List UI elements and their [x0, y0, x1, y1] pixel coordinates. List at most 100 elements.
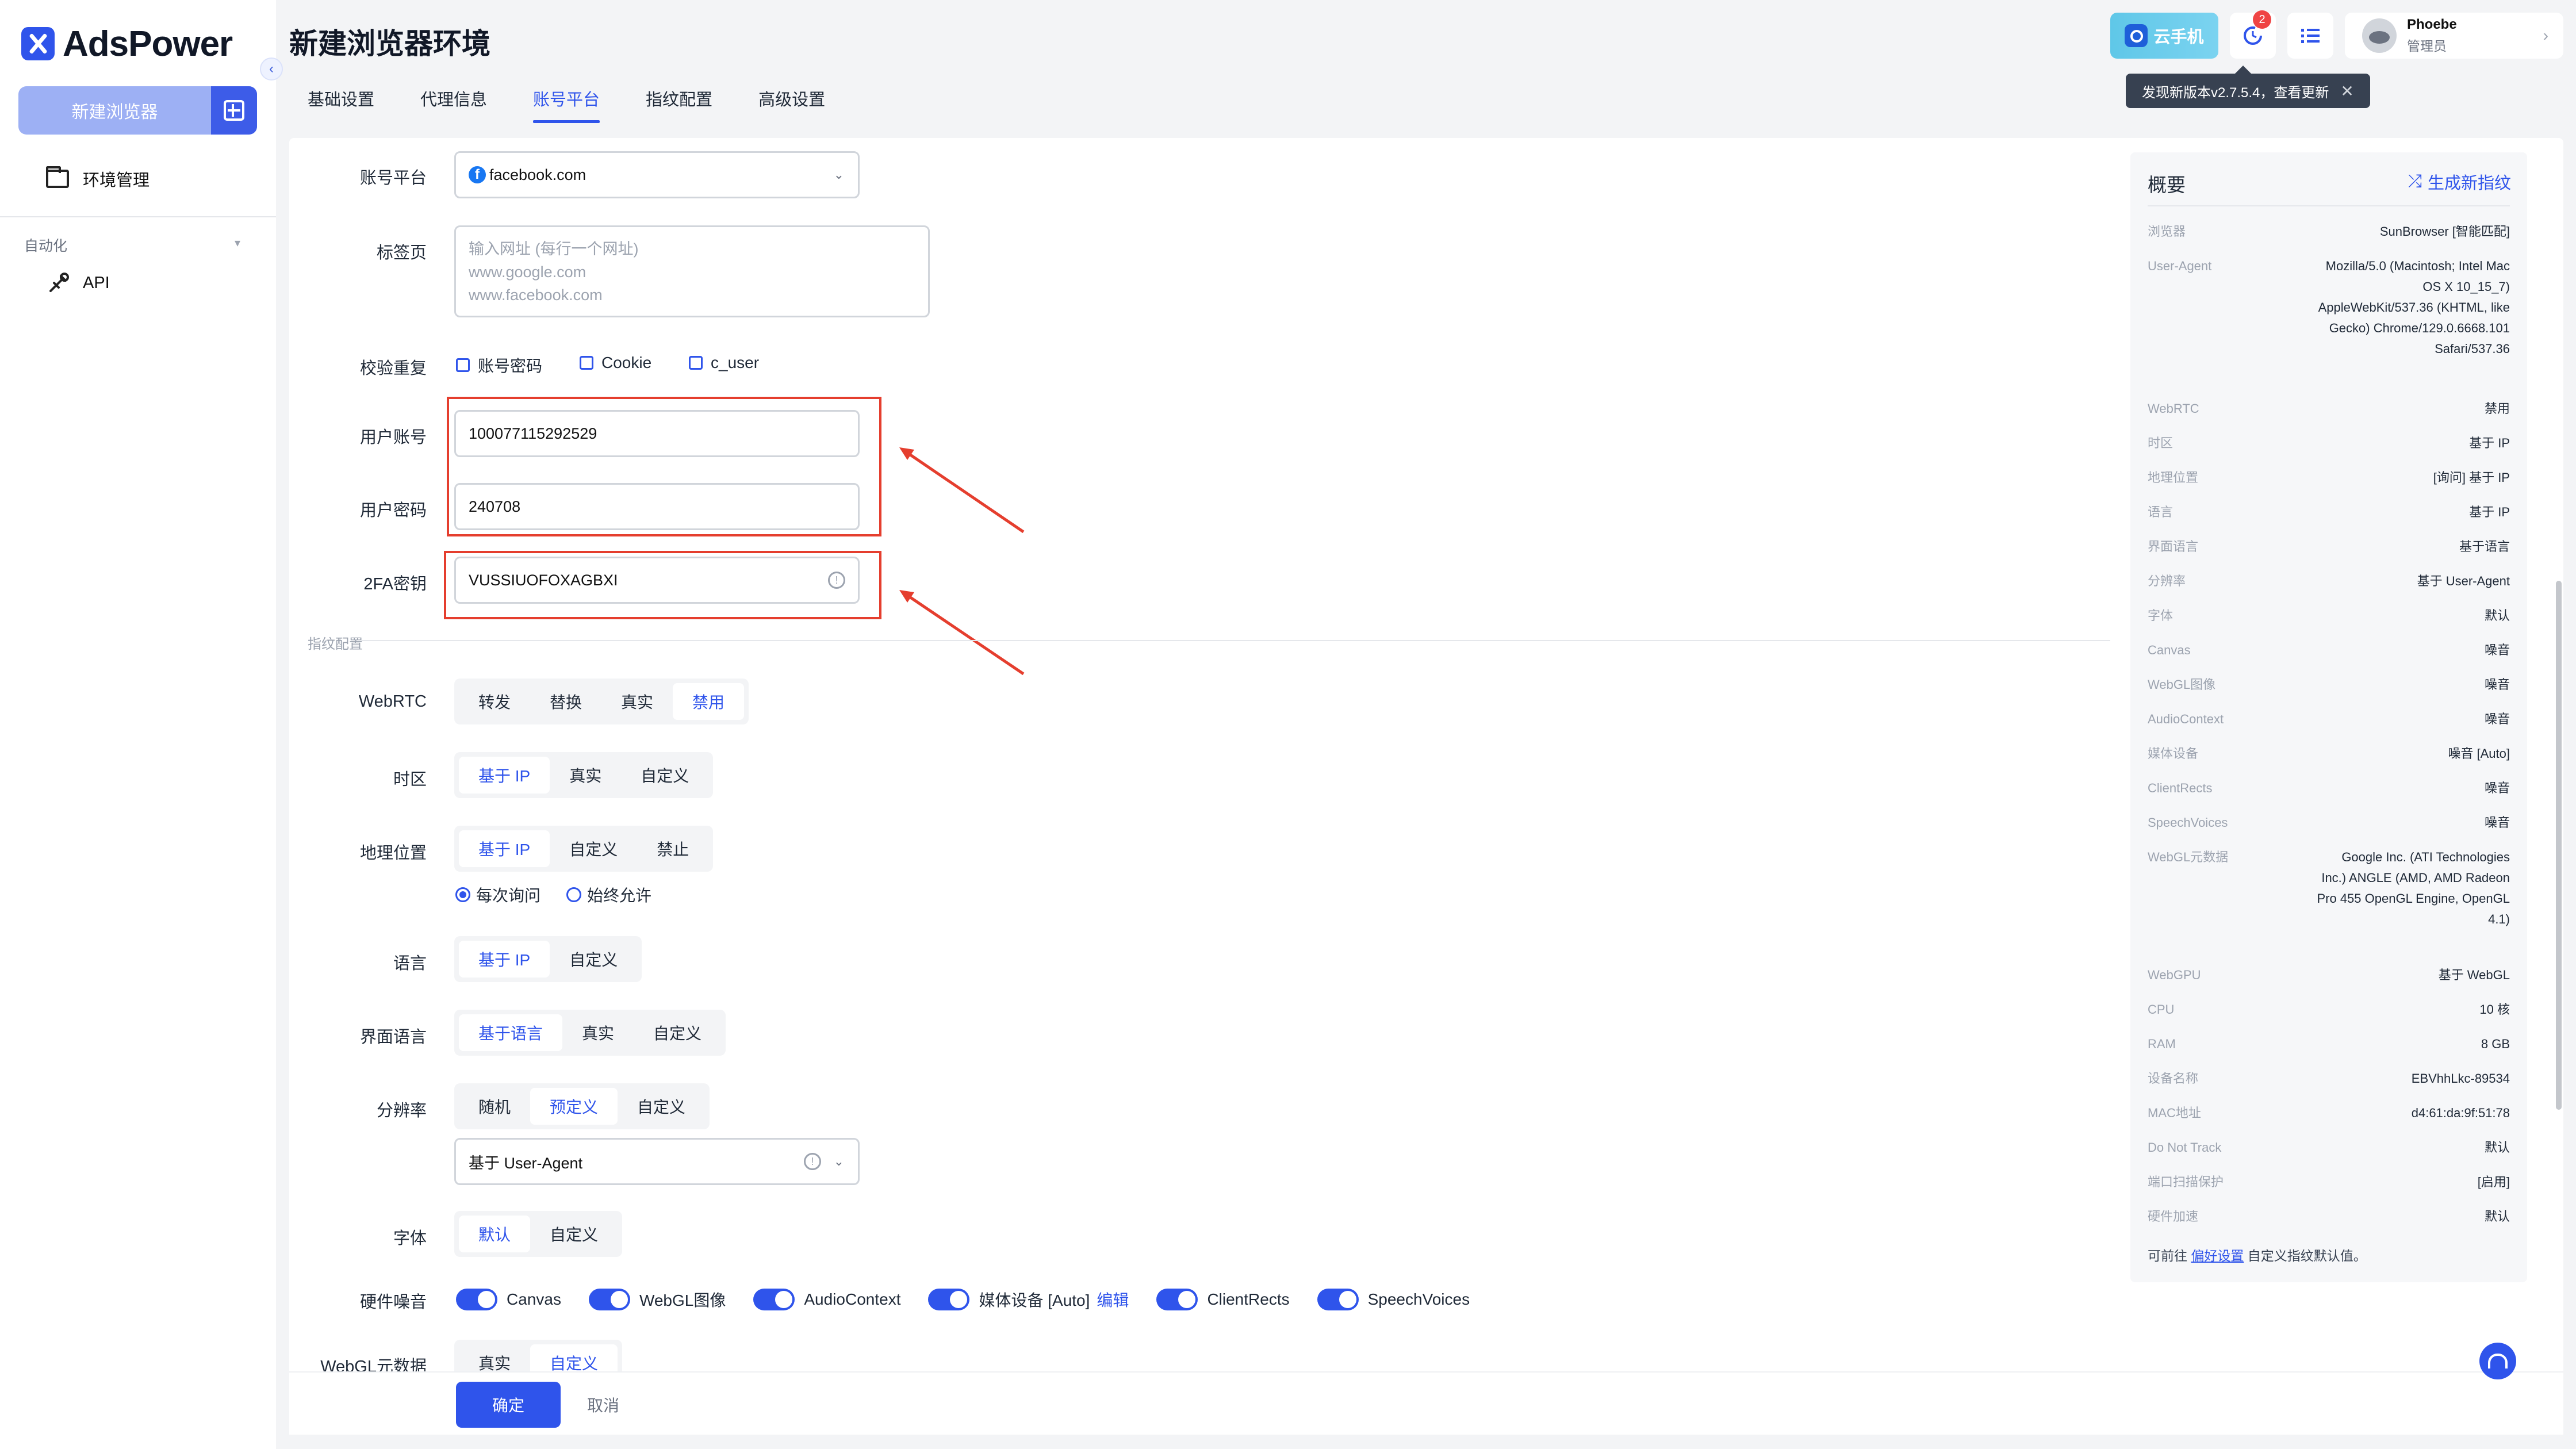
geo-opt-block[interactable]: 禁止: [637, 830, 708, 867]
password-label: 用户密码: [359, 501, 427, 520]
platform-select[interactable]: f facebook.com ⌄: [454, 151, 860, 198]
geo-opt-ip[interactable]: 基于 IP: [459, 830, 550, 867]
tab-basic[interactable]: 基础设置: [308, 86, 374, 121]
page-title: 新建浏览器环境: [289, 28, 490, 60]
summary-row: Canvas 噪音: [2148, 640, 2510, 661]
language-opt-ip[interactable]: 基于 IP: [459, 941, 550, 977]
preferences-link[interactable]: 偏好设置: [2191, 1248, 2244, 1263]
toggle-webgl-image[interactable]: WebGL图像: [588, 1288, 726, 1311]
close-icon[interactable]: ✕: [2340, 82, 2353, 101]
toggle-audiocontext[interactable]: AudioContext: [753, 1289, 900, 1310]
tab-advanced[interactable]: 高级设置: [758, 86, 825, 121]
avatar: [2362, 18, 2397, 53]
tab-proxy[interactable]: 代理信息: [420, 86, 487, 121]
ui-language-opt-custom[interactable]: 自定义: [634, 1014, 721, 1051]
automation-group-label[interactable]: 自动化: [24, 235, 67, 255]
confirm-button[interactable]: 确定: [456, 1382, 561, 1428]
cancel-button[interactable]: 取消: [587, 1382, 619, 1428]
toggle-switch[interactable]: [456, 1289, 497, 1310]
customer-support-button[interactable]: [2479, 1343, 2516, 1379]
summary-value: 基于语言: [2459, 539, 2510, 554]
toggle-label: 媒体设备 [Auto]: [979, 1291, 1090, 1309]
toggle-switch[interactable]: [588, 1289, 630, 1310]
radio-button[interactable]: [455, 887, 470, 902]
textarea-placeholder: www.google.com: [469, 263, 586, 281]
ui-language-segmented: 基于语言 真实 自定义: [454, 1010, 726, 1056]
checkbox[interactable]: [456, 358, 470, 372]
ui-language-opt-lang[interactable]: 基于语言: [459, 1014, 563, 1051]
ui-language-opt-real[interactable]: 真实: [562, 1014, 634, 1051]
generate-fingerprint-button[interactable]: ⤮ 生成新指纹: [2408, 170, 2511, 194]
font-opt-default[interactable]: 默认: [459, 1216, 531, 1252]
update-button[interactable]: 2: [2230, 10, 2276, 59]
quick-create-button[interactable]: [211, 86, 257, 135]
resolution-value: 基于 User-Agent: [469, 1154, 583, 1172]
tab-urls-textarea[interactable]: 输入网址 (每行一个网址) www.google.com www.faceboo…: [454, 225, 930, 317]
checkbox[interactable]: [689, 356, 703, 370]
font-opt-custom[interactable]: 自定义: [530, 1216, 618, 1252]
new-browser-button[interactable]: 新建浏览器: [18, 86, 257, 135]
summary-key: SpeechVoices: [2148, 815, 2228, 830]
tab-account-platform[interactable]: 账号平台: [533, 86, 600, 123]
dedupe-checkbox-cuser[interactable]: c_user: [689, 354, 759, 372]
sidebar-item-label: 环境管理: [83, 171, 150, 190]
summary-value: 噪音: [2484, 712, 2510, 726]
radio-button[interactable]: [566, 887, 581, 902]
resolution-opt-custom[interactable]: 自定义: [618, 1088, 705, 1125]
resolution-select[interactable]: 基于 User-Agent ! ⌄: [454, 1138, 860, 1185]
summary-value: Mozilla/5.0 (Macintosh; Intel Mac OS X 1…: [2318, 259, 2510, 356]
tab-fingerprint[interactable]: 指纹配置: [646, 86, 712, 121]
chevron-down-icon[interactable]: ▾: [235, 236, 240, 250]
toggle-clientrects[interactable]: ClientRects: [1156, 1289, 1290, 1310]
resolution-opt-random[interactable]: 随机: [459, 1088, 530, 1125]
toggle-switch[interactable]: [1156, 1289, 1198, 1310]
summary-key: CPU: [2148, 1002, 2175, 1017]
add-icon: [224, 100, 244, 121]
geo-radio-allow[interactable]: 始终允许: [566, 883, 651, 906]
scrollbar[interactable]: [2556, 581, 2562, 1110]
media-devices-edit-link[interactable]: 编辑: [1097, 1288, 1129, 1311]
summary-row: SpeechVoices 噪音: [2148, 812, 2510, 833]
toggle-switch[interactable]: [928, 1289, 970, 1310]
collapse-sidebar-button[interactable]: ‹: [260, 57, 283, 80]
checkbox[interactable]: [580, 356, 593, 370]
timezone-opt-custom[interactable]: 自定义: [621, 757, 708, 793]
sidebar-item-env-management[interactable]: 环境管理: [46, 166, 150, 191]
info-icon[interactable]: !: [804, 1153, 821, 1170]
summary-row: WebGPU 基于 WebGL: [2148, 965, 2510, 986]
sidebar-item-api[interactable]: API: [46, 270, 110, 296]
summary-value: 噪音 [Auto]: [2448, 746, 2510, 761]
summary-row: 浏览器 SunBrowser [智能匹配]: [2148, 221, 2510, 242]
toggle-media-devices[interactable]: 媒体设备 [Auto] 编辑: [928, 1288, 1129, 1311]
toggle-canvas[interactable]: Canvas: [456, 1289, 561, 1310]
toggle-speechvoices[interactable]: SpeechVoices: [1317, 1289, 1470, 1310]
summary-value: 基于 IP: [2469, 505, 2510, 519]
summary-key: User-Agent: [2148, 259, 2212, 273]
summary-row: Do Not Track 默认: [2148, 1137, 2510, 1158]
chevron-down-icon: ⌄: [833, 167, 844, 182]
webrtc-opt-disabled[interactable]: 禁用: [673, 683, 745, 720]
language-opt-custom[interactable]: 自定义: [550, 941, 637, 977]
twofa-label: 2FA密钥: [363, 575, 427, 593]
summary-key: 界面语言: [2148, 539, 2199, 554]
webrtc-opt-forward[interactable]: 转发: [459, 683, 530, 720]
timezone-opt-real[interactable]: 真实: [550, 757, 621, 793]
dedupe-checkbox-cookie[interactable]: Cookie: [580, 354, 651, 372]
geo-opt-custom[interactable]: 自定义: [550, 830, 637, 867]
update-tooltip[interactable]: 发现新版本v2.7.5.4，查看更新 ✕: [2126, 66, 2370, 108]
summary-row: WebGL图像 噪音: [2148, 674, 2510, 695]
summary-key: WebGPU: [2148, 968, 2201, 982]
timezone-opt-ip[interactable]: 基于 IP: [459, 757, 550, 793]
app-name: AdsPower: [63, 24, 233, 64]
dedupe-checkbox-account[interactable]: 账号密码: [456, 354, 542, 377]
webrtc-opt-real[interactable]: 真实: [601, 683, 673, 720]
geo-radio-ask[interactable]: 每次询问: [455, 883, 540, 906]
user-menu[interactable]: Phoebe 管理员 ›: [2345, 13, 2563, 59]
webrtc-opt-replace[interactable]: 替换: [530, 683, 601, 720]
cloud-phone-button[interactable]: 云手机: [2110, 13, 2218, 59]
summary-value: 基于 User-Agent: [2417, 574, 2510, 588]
toggle-switch[interactable]: [753, 1289, 795, 1310]
task-list-button[interactable]: [2287, 13, 2333, 59]
resolution-opt-predefined[interactable]: 预定义: [530, 1088, 618, 1125]
toggle-switch[interactable]: [1317, 1289, 1359, 1310]
